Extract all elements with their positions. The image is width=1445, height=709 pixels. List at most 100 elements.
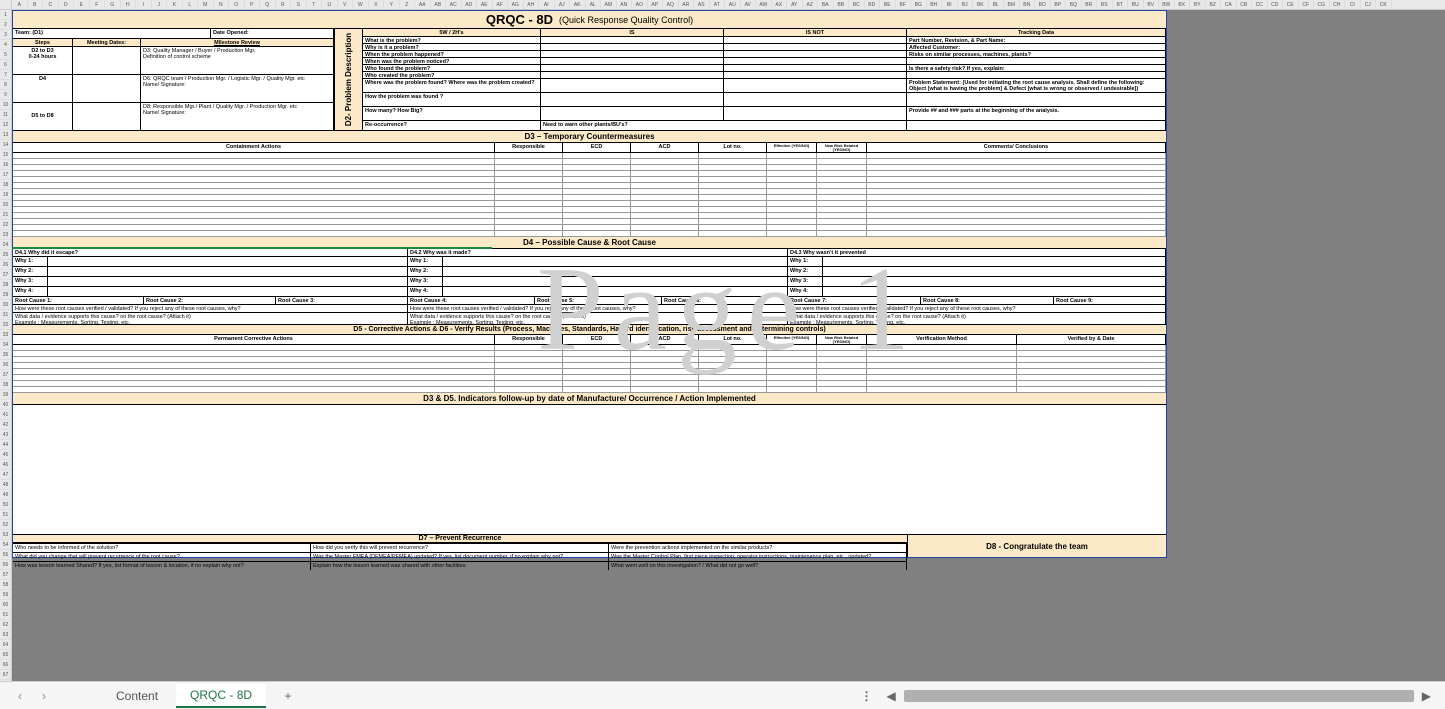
row-header[interactable]: 60: [0, 600, 11, 610]
tab-content[interactable]: Content: [102, 685, 172, 707]
d7-q2c[interactable]: Was the Master Control Plan, first piece…: [609, 553, 907, 561]
d4-ev2[interactable]: What data / evidence supports this cause…: [408, 313, 788, 324]
row-header[interactable]: 30: [0, 300, 11, 310]
d4-rc6[interactable]: Root Cause 6:: [662, 297, 788, 304]
col-header[interactable]: BZ: [1206, 0, 1222, 9]
row-header[interactable]: 36: [0, 360, 11, 370]
col-header[interactable]: BU: [1128, 0, 1144, 9]
col-header[interactable]: BX: [1175, 0, 1191, 9]
d4-ev3[interactable]: What data / evidence supports this cause…: [788, 313, 1166, 324]
row-header[interactable]: 17: [0, 170, 11, 180]
col-header[interactable]: AC: [446, 0, 462, 9]
d4-ev1[interactable]: What data / evidence supports this cause…: [13, 313, 408, 324]
col-header[interactable]: H: [121, 0, 137, 9]
col-header[interactable]: T: [307, 0, 323, 9]
row-header[interactable]: 37: [0, 370, 11, 380]
d2-q-reocc[interactable]: Re-occurrence?: [363, 121, 541, 130]
d4-rc7[interactable]: Root Cause 7:: [788, 297, 921, 304]
col-header[interactable]: AO: [632, 0, 648, 9]
row-header[interactable]: 43: [0, 430, 11, 440]
row-header[interactable]: 27: [0, 270, 11, 280]
col-header[interactable]: D: [59, 0, 75, 9]
d2-q-when2[interactable]: When was the problem noticed?: [363, 58, 541, 64]
row-header[interactable]: 18: [0, 180, 11, 190]
row-header[interactable]: 20: [0, 200, 11, 210]
d7-q3c[interactable]: What went well on this investigation? / …: [609, 562, 907, 570]
col-header[interactable]: AH: [524, 0, 540, 9]
d7-q3b[interactable]: Explain how the lesson learned was share…: [311, 562, 609, 570]
row-header[interactable]: 67: [0, 670, 11, 680]
d2-t-risk[interactable]: Risks on similar processes, machines, pl…: [907, 51, 1166, 57]
add-sheet-button[interactable]: +: [278, 686, 298, 706]
col-header[interactable]: AS: [694, 0, 710, 9]
tab-menu-icon[interactable]: ⋮: [855, 689, 879, 703]
row-header[interactable]: 66: [0, 660, 11, 670]
col-header[interactable]: V: [338, 0, 354, 9]
d4-ver1[interactable]: How were these root causes verified / va…: [13, 305, 408, 312]
d4-rc8[interactable]: Root Cause 8:: [921, 297, 1054, 304]
row-header[interactable]: 1: [0, 10, 11, 20]
col-header[interactable]: CG: [1314, 0, 1330, 9]
col-header[interactable]: BT: [1113, 0, 1129, 9]
d7-q3a[interactable]: How was lesson learned Shared? If yes, l…: [13, 562, 311, 570]
row-header[interactable]: 24: [0, 240, 11, 250]
row-header[interactable]: 29: [0, 290, 11, 300]
col-header[interactable]: AX: [772, 0, 788, 9]
col-header[interactable]: CF: [1299, 0, 1315, 9]
col-header[interactable]: AV: [741, 0, 757, 9]
row-header[interactable]: 42: [0, 420, 11, 430]
col-header[interactable]: BO: [1035, 0, 1051, 9]
row-header[interactable]: 57: [0, 570, 11, 580]
col-header[interactable]: BR: [1082, 0, 1098, 9]
col-header[interactable]: BL: [989, 0, 1005, 9]
col-header[interactable]: M: [198, 0, 214, 9]
col-header[interactable]: AN: [617, 0, 633, 9]
col-header[interactable]: Z: [400, 0, 416, 9]
row-header[interactable]: 50: [0, 500, 11, 510]
horizontal-scrollbar[interactable]: [904, 690, 1414, 702]
col-header[interactable]: BK: [973, 0, 989, 9]
col-header[interactable]: F: [90, 0, 106, 9]
row-header[interactable]: 45: [0, 450, 11, 460]
col-header[interactable]: W: [353, 0, 369, 9]
row-header[interactable]: 34: [0, 340, 11, 350]
d2-q-howmany[interactable]: How many? How Big?: [363, 107, 541, 120]
col-header[interactable]: AU: [725, 0, 741, 9]
col-header[interactable]: AZ: [803, 0, 819, 9]
col-header[interactable]: AT: [710, 0, 726, 9]
row-header[interactable]: 5: [0, 50, 11, 60]
hscroll-left-icon[interactable]: ◀: [883, 689, 900, 703]
col-header[interactable]: BV: [1144, 0, 1160, 9]
d4-rc2[interactable]: Root Cause 2:: [144, 297, 276, 304]
row-header[interactable]: 26: [0, 260, 11, 270]
row-header[interactable]: 15: [0, 150, 11, 160]
col-header[interactable]: K: [167, 0, 183, 9]
d2-q-who[interactable]: Who found the problem?: [363, 65, 541, 71]
row-header[interactable]: 48: [0, 480, 11, 490]
row-header[interactable]: 55: [0, 550, 11, 560]
d7-q1a[interactable]: Who needs to be informed of the solution…: [13, 544, 311, 552]
row-header[interactable]: 4: [0, 40, 11, 50]
col-header[interactable]: BN: [1020, 0, 1036, 9]
d2-t-stmt[interactable]: Problem Statement: (Used for initiating …: [907, 79, 1166, 92]
d2-q-reocc2[interactable]: Need to warn other plants/BU's?: [541, 121, 907, 130]
col-header[interactable]: BQ: [1066, 0, 1082, 9]
col-header[interactable]: BS: [1097, 0, 1113, 9]
d1-step1[interactable]: D2 to D3 0-24 hours: [13, 47, 73, 74]
col-header[interactable]: AF: [493, 0, 509, 9]
col-header[interactable]: BI: [942, 0, 958, 9]
col-header[interactable]: B: [28, 0, 44, 9]
row-header[interactable]: 21: [0, 210, 11, 220]
col-header[interactable]: X: [369, 0, 385, 9]
row-header[interactable]: 28: [0, 280, 11, 290]
col-header[interactable]: CH: [1330, 0, 1346, 9]
row-header[interactable]: 10: [0, 100, 11, 110]
col-header[interactable]: U: [322, 0, 338, 9]
col-header[interactable]: BB: [834, 0, 850, 9]
col-header[interactable]: AJ: [555, 0, 571, 9]
row-header[interactable]: 44: [0, 440, 11, 450]
row-header[interactable]: 63: [0, 630, 11, 640]
col-header[interactable]: BJ: [958, 0, 974, 9]
col-header[interactable]: AM: [601, 0, 617, 9]
row-header[interactable]: 59: [0, 590, 11, 600]
